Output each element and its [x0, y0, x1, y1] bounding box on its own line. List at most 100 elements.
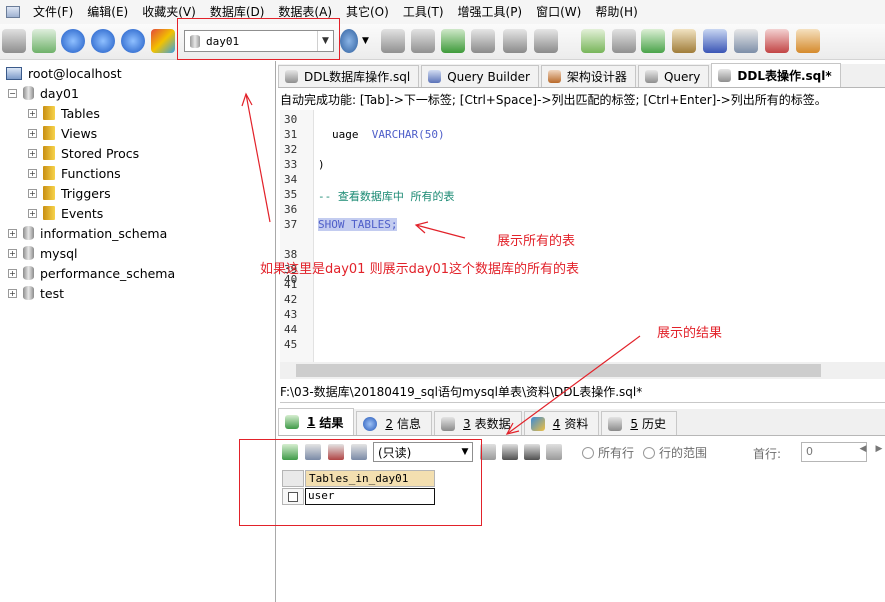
tree-db-day01[interactable]: − day01	[8, 83, 79, 103]
tree-item-label: Triggers	[61, 185, 111, 201]
expand-icon[interactable]: +	[8, 288, 17, 298]
code-line-33: )	[318, 158, 325, 171]
add-row-icon[interactable]	[480, 444, 496, 460]
import-icon[interactable]	[441, 29, 465, 53]
scheduler-icon[interactable]	[672, 29, 696, 53]
tab-result[interactable]: 1 结果	[278, 408, 355, 435]
tree-root-label: root@localhost	[28, 65, 122, 81]
radio-label: 行的范围	[659, 446, 708, 460]
radio-dot[interactable]	[582, 446, 594, 459]
next-page-icon[interactable]: ▶	[872, 444, 885, 458]
radio-row-range[interactable]: 行的范围	[643, 444, 707, 461]
expand-icon[interactable]: +	[28, 188, 37, 198]
expand-icon[interactable]: +	[8, 268, 17, 278]
sync-icon[interactable]	[581, 29, 605, 53]
tab-number: 5	[630, 416, 638, 431]
tree-db-mysql[interactable]: + mysql	[8, 243, 78, 263]
expand-icon[interactable]: +	[8, 248, 17, 258]
expand-icon[interactable]: +	[8, 228, 17, 238]
menu-edit[interactable]: 编辑(E)	[80, 0, 135, 24]
tab-query-builder[interactable]: Query Builder	[421, 65, 539, 87]
menu-tools[interactable]: 工具(T)	[396, 0, 451, 24]
tab-messages[interactable]: 2 信息	[356, 411, 433, 435]
line-number: 43	[284, 308, 298, 321]
report-icon[interactable]	[765, 29, 789, 53]
menu-file[interactable]: 文件(F)	[26, 0, 80, 24]
result-grid-icon	[285, 415, 299, 429]
tab-ddl-database[interactable]: DDL数据库操作.sql	[278, 65, 420, 87]
chevron-down-icon[interactable]: ▼	[362, 29, 372, 53]
line-number: 44	[284, 323, 298, 336]
schema-grid-icon[interactable]	[534, 29, 558, 53]
expand-icon[interactable]: +	[28, 128, 37, 138]
tree-db-label: test	[40, 285, 65, 301]
format-icon[interactable]	[151, 29, 175, 53]
first-row-label: 首行:	[753, 447, 782, 461]
expand-icon[interactable]: +	[28, 208, 37, 218]
radio-label: 所有行	[598, 446, 635, 460]
tab-profile[interactable]: 4 资料	[523, 411, 600, 435]
tree-item-triggers[interactable]: + Triggers	[28, 183, 111, 203]
expand-icon[interactable]: +	[28, 108, 37, 118]
radio-all-rows[interactable]: 所有行	[582, 444, 634, 461]
new-connection-icon[interactable]	[2, 29, 26, 53]
add-connection-icon[interactable]	[32, 29, 56, 53]
tree-item-tables[interactable]: + Tables	[28, 103, 100, 123]
tab-label: DDL表操作.sql*	[737, 69, 832, 83]
tree-item-stored-procs[interactable]: + Stored Procs	[28, 143, 139, 163]
folder-icon	[43, 126, 55, 140]
scrollbar-thumb[interactable]	[296, 364, 821, 377]
tree-item-views[interactable]: + Views	[28, 123, 97, 143]
code-line-35-comment: -- 查看数据库中 所有的表	[318, 190, 455, 203]
editor-horizontal-scrollbar[interactable]	[280, 362, 885, 379]
execute-all-icon[interactable]	[91, 29, 115, 53]
tab-label: 表数据	[474, 417, 511, 431]
sql-editor[interactable]: 30 31 32 33 34 35 36 37 38 39 40 41 42 4…	[280, 110, 885, 362]
tree-item-events[interactable]: + Events	[28, 203, 103, 223]
line-number: 32	[284, 143, 298, 156]
radio-dot[interactable]	[643, 446, 655, 459]
refresh-icon[interactable]	[121, 29, 145, 53]
profile-icon	[530, 416, 545, 431]
database-icon	[23, 86, 34, 100]
save-icon[interactable]	[502, 444, 518, 460]
tree-db-information-schema[interactable]: + information_schema	[8, 223, 167, 243]
tree-item-functions[interactable]: + Functions	[28, 163, 121, 183]
execute-query-icon[interactable]	[61, 29, 85, 53]
collapse-icon[interactable]: −	[8, 88, 17, 98]
selected-sql[interactable]: SHOW TABLES;	[318, 218, 398, 231]
cancel-icon[interactable]	[546, 444, 562, 460]
tab-number: 3	[463, 416, 471, 431]
folder-icon	[43, 206, 55, 220]
export-icon[interactable]	[471, 29, 495, 53]
delete-icon[interactable]	[524, 444, 540, 460]
tree-item-label: Stored Procs	[61, 145, 140, 161]
tree-db-performance-schema[interactable]: + performance_schema	[8, 263, 175, 283]
restore-icon[interactable]	[411, 29, 435, 53]
menu-window[interactable]: 窗口(W)	[529, 0, 588, 24]
table-grid-icon[interactable]	[503, 29, 527, 53]
query-profiler-icon[interactable]	[734, 29, 758, 53]
menu-power-tools[interactable]: 增强工具(P)	[451, 0, 530, 24]
monitor-icon[interactable]	[703, 29, 727, 53]
tree-root[interactable]: root@localhost	[6, 63, 122, 83]
tree-db-test[interactable]: + test	[8, 283, 64, 303]
menu-help[interactable]: 帮助(H)	[588, 0, 644, 24]
folder-icon	[43, 186, 55, 200]
tab-ddl-table[interactable]: DDL表操作.sql*	[711, 63, 841, 87]
expand-icon[interactable]: +	[28, 168, 37, 178]
menu-other[interactable]: 其它(O)	[339, 0, 396, 24]
expand-icon[interactable]: +	[28, 148, 37, 158]
database-icon	[23, 226, 34, 240]
tab-table-data[interactable]: 3 表数据	[434, 411, 522, 435]
previous-page-icon[interactable]: ◀	[856, 444, 870, 458]
user-manager-icon[interactable]	[340, 29, 358, 53]
tab-schema-designer[interactable]: 架构设计器	[540, 65, 636, 87]
compare-icon[interactable]	[641, 29, 665, 53]
tab-query[interactable]: Query	[637, 65, 710, 87]
line-number: 36	[284, 203, 298, 216]
backup-icon[interactable]	[381, 29, 405, 53]
schema-designer-icon[interactable]	[796, 29, 820, 53]
tab-history[interactable]: 5 历史	[601, 411, 677, 435]
copy-database-icon[interactable]	[612, 29, 636, 53]
